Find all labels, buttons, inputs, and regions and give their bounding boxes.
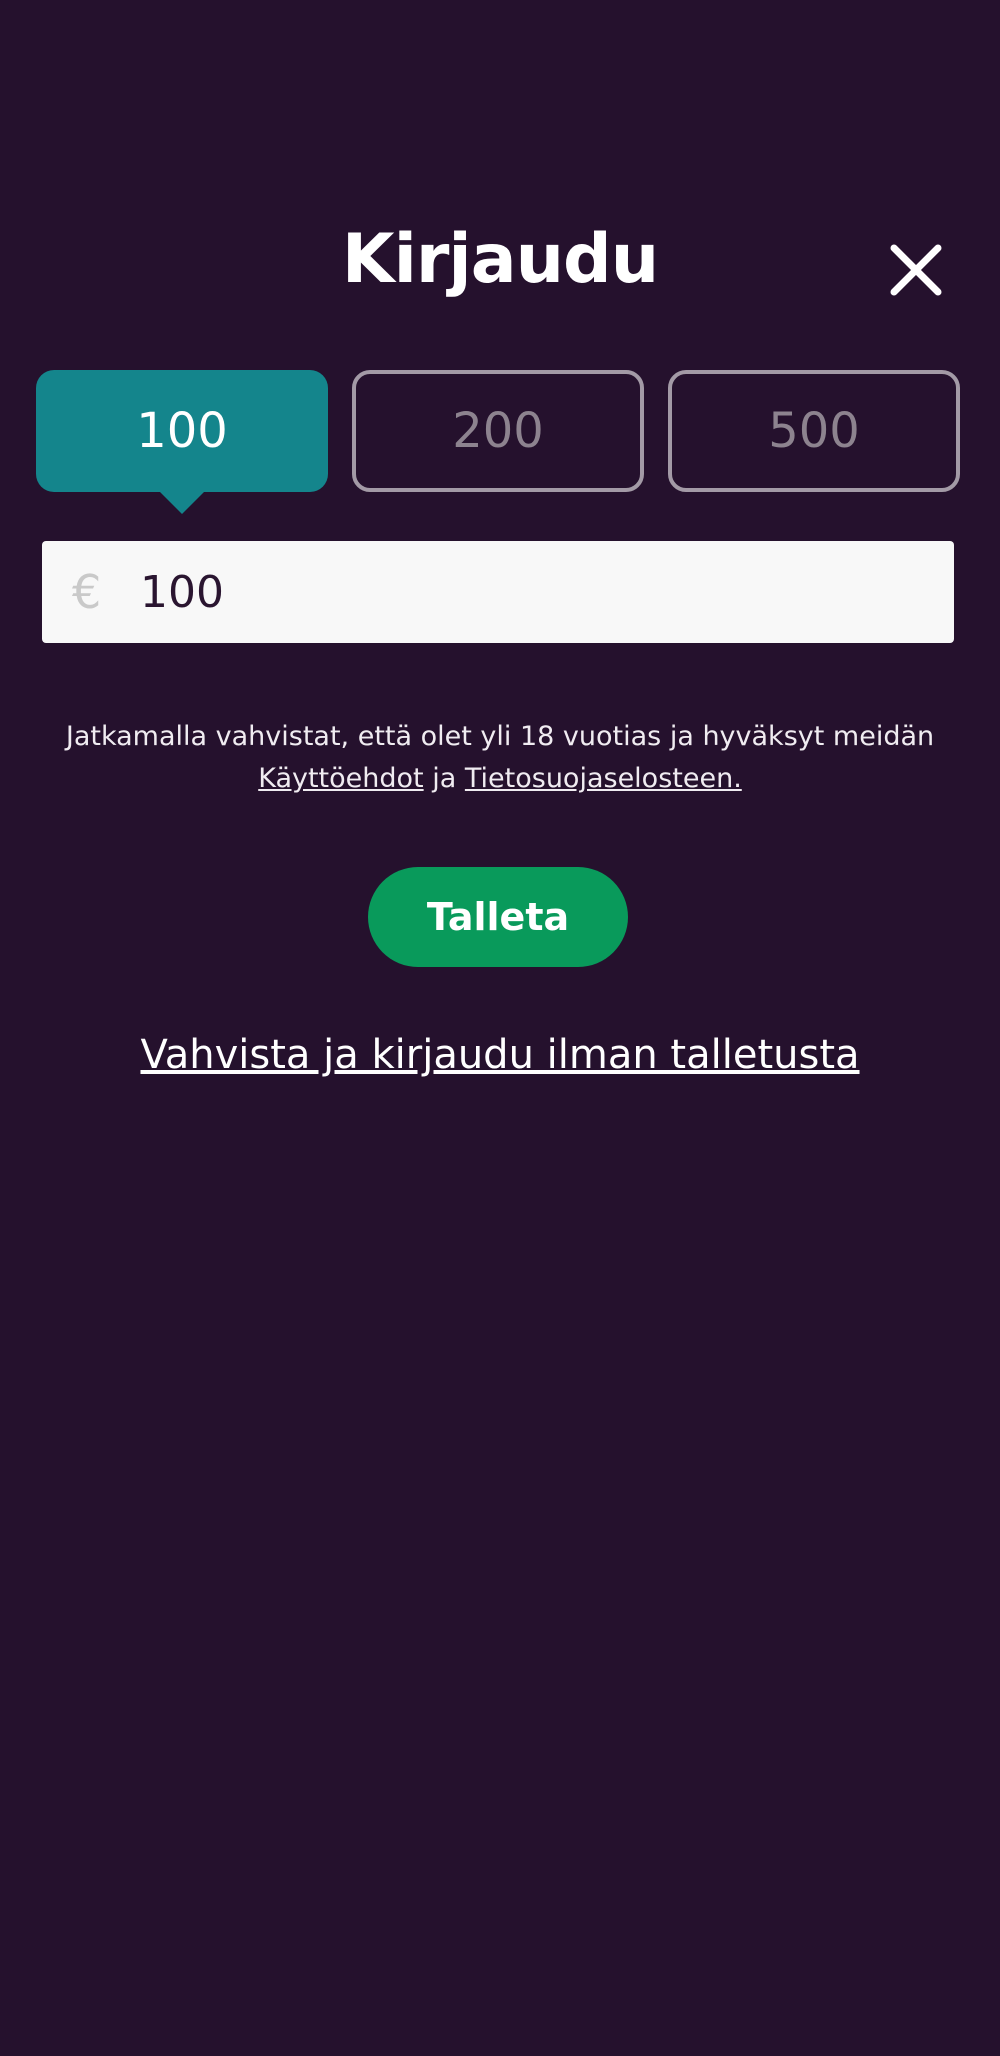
terms-text: Jatkamalla vahvistat, että olet yli 18 v… — [65, 721, 935, 752]
deposit-button[interactable]: Talleta — [368, 867, 628, 967]
amount-option-200[interactable]: 200 — [352, 370, 644, 492]
amount-option-500[interactable]: 500 — [668, 370, 960, 492]
selected-pointer — [160, 492, 204, 514]
page-title: Kirjaudu — [341, 220, 659, 299]
terms-conjunction: ja — [432, 763, 457, 794]
amount-option-label: 500 — [768, 403, 860, 459]
terms-of-use-link[interactable]: Käyttöehdot — [258, 763, 423, 794]
close-icon — [890, 244, 942, 296]
amount-option-label: 200 — [452, 403, 544, 459]
close-button[interactable] — [880, 234, 952, 306]
privacy-policy-link[interactable]: Tietosuojaselosteen. — [465, 763, 742, 794]
deposit-button-label: Talleta — [426, 895, 570, 939]
currency-symbol: € — [72, 565, 102, 619]
terms-notice: Jatkamalla vahvistat, että olet yli 18 v… — [40, 716, 960, 800]
amount-field: € — [42, 541, 954, 643]
login-without-deposit-link[interactable]: Vahvista ja kirjaudu ilman talletusta — [0, 1030, 1000, 1080]
amount-option-label: 100 — [136, 403, 228, 459]
amount-input[interactable] — [140, 541, 930, 643]
amount-option-100[interactable]: 100 — [36, 370, 328, 514]
amount-options: 100 200 500 — [36, 370, 960, 514]
